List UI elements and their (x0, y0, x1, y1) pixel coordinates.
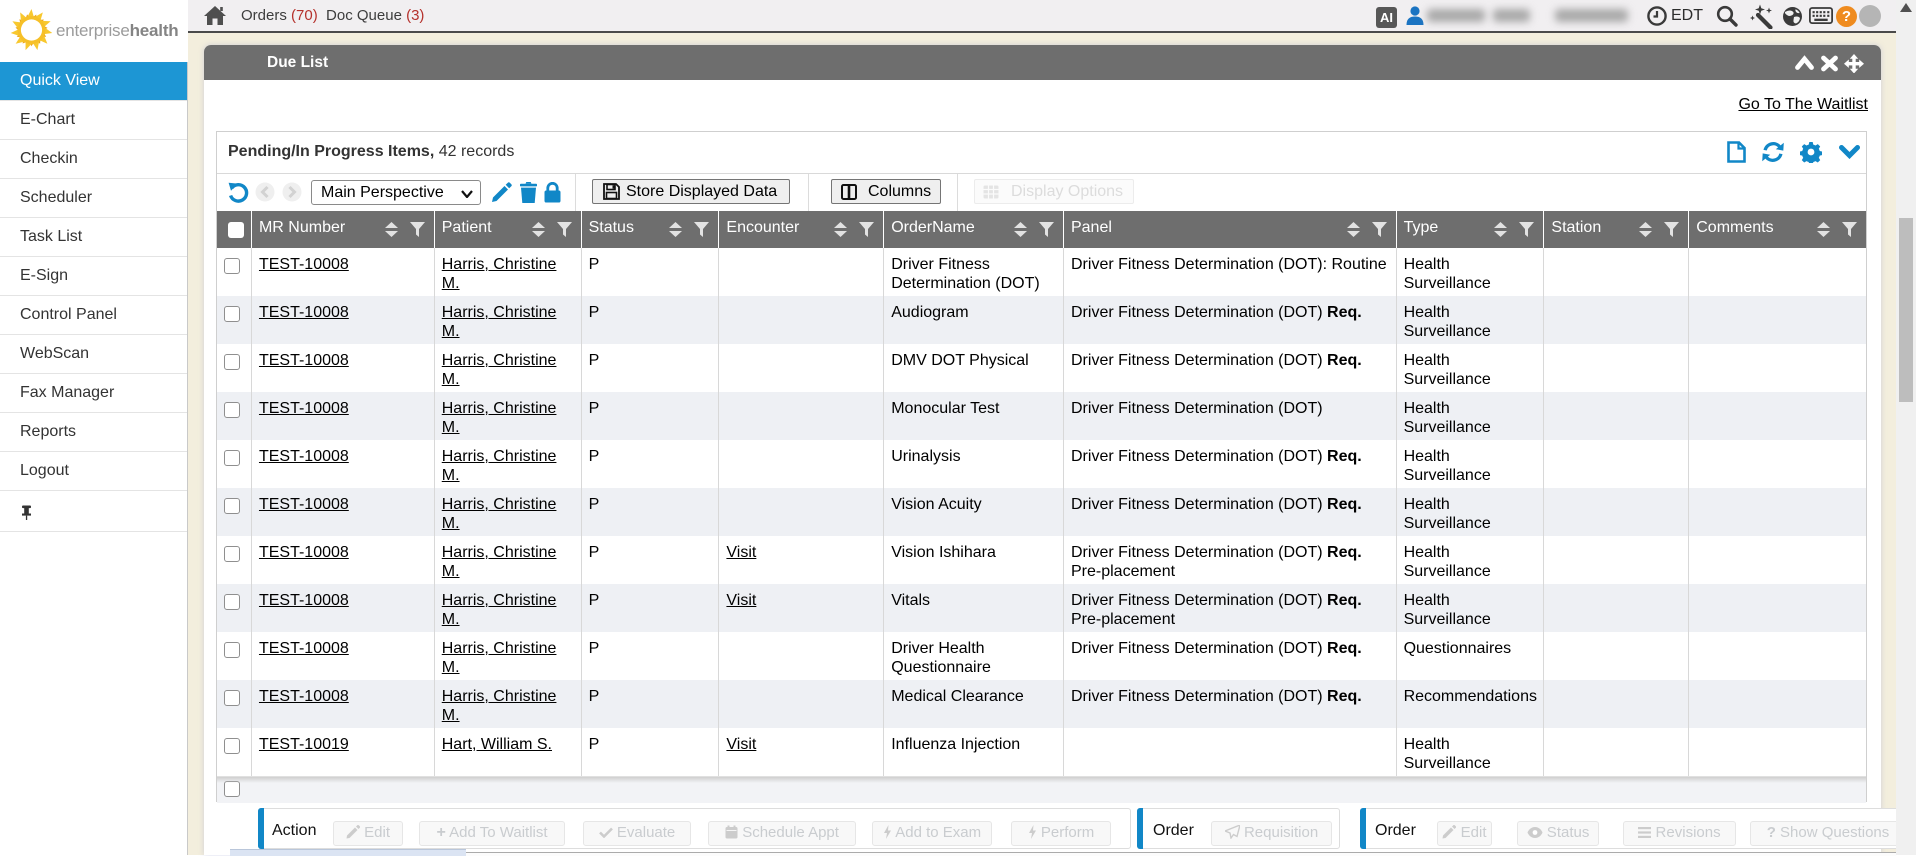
svg-text:enterprisehealth: enterprisehealth (56, 21, 178, 40)
